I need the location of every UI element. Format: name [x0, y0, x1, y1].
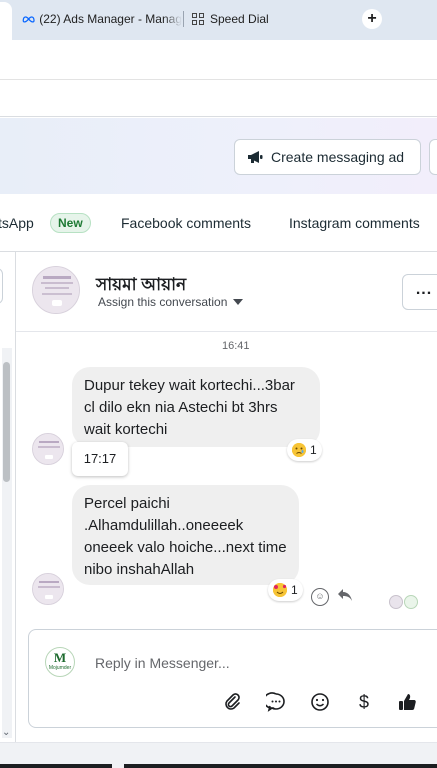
bottom-divider-gap [112, 764, 124, 768]
message-bubble[interactable]: Percel paichi .Alhamdulillah..oneeeek on… [72, 485, 299, 585]
header-secondary-button[interactable] [429, 139, 437, 175]
sender-avatar [32, 433, 64, 465]
conversation-list-panel: ⌄ [0, 252, 16, 742]
message-thread: 16:41 Dupur tekey wait kortechi...3bar c… [16, 333, 437, 623]
tab-instagram-comments[interactable]: Instagram comments [289, 215, 420, 231]
tab-whatsapp[interactable]: tsApp [0, 215, 34, 231]
tab-speed-dial[interactable]: Speed Dial [192, 6, 312, 32]
sender-avatar [32, 573, 64, 605]
message-time-tooltip: 17:17 [72, 442, 128, 476]
tab-facebook-comments[interactable]: Facebook comments [121, 215, 251, 231]
browser-toolbar [0, 40, 437, 80]
reply-composer: M Mojumder $ [28, 629, 437, 728]
reaction-count: 1 [291, 583, 298, 597]
sad-face-icon [292, 443, 306, 457]
tab-ads-manager[interactable]: (22) Ads Manager - Manag [22, 6, 182, 32]
message-timestamp: 16:41 [222, 340, 250, 352]
tab-title: Speed Dial [210, 12, 269, 26]
caret-down-icon [233, 299, 244, 305]
page-logo: M Mojumder [45, 647, 75, 677]
conversation-header: সায়মা আয়ান Assign this conversation ..… [16, 252, 437, 332]
avatar-image [33, 267, 79, 313]
grid-icon [192, 13, 204, 25]
message-bubble[interactable]: Dupur tekey wait kortechi...3bar cl dilo… [72, 367, 320, 447]
chevron-down-icon[interactable]: ⌄ [2, 727, 10, 738]
seen-avatar [389, 595, 403, 609]
new-badge: New [50, 213, 91, 233]
assign-conversation-dropdown[interactable]: Assign this conversation [98, 295, 244, 309]
previous-tab-edge[interactable] [0, 2, 12, 40]
tab-title: (22) Ads Manager - Manag [39, 12, 182, 26]
inbox-header: Create messaging ad [0, 118, 437, 194]
scrollbar-thumb[interactable] [3, 362, 10, 482]
message-reaction[interactable]: 1 [268, 579, 303, 601]
new-tab-button[interactable]: + [362, 9, 382, 29]
browser-tab-strip: (22) Ads Manager - Manag Speed Dial + [0, 0, 437, 40]
avatar[interactable] [32, 266, 80, 314]
reaction-count: 1 [310, 443, 317, 457]
reply-input[interactable] [95, 652, 415, 674]
megaphone-icon [248, 151, 263, 163]
smiling-face-with-hearts-icon [273, 583, 287, 597]
bottom-divider [0, 764, 437, 768]
page-top-bar [0, 81, 437, 117]
seen-page-avatar [404, 595, 418, 609]
thumbs-up-icon[interactable] [396, 691, 418, 713]
dollar-icon[interactable]: $ [353, 691, 375, 713]
meta-icon [22, 16, 35, 23]
emoji-icon[interactable] [309, 691, 331, 713]
page-logo-letter: M [53, 650, 67, 665]
create-messaging-ad-label: Create messaging ad [271, 149, 405, 165]
reply-icon[interactable] [336, 588, 354, 606]
react-icon[interactable]: ☺ [311, 588, 329, 606]
paperclip-icon[interactable] [221, 691, 243, 713]
create-messaging-ad-button[interactable]: Create messaging ad [234, 139, 421, 175]
conversation-list-card[interactable] [0, 268, 3, 304]
tab-separator [183, 11, 184, 27]
message-reaction[interactable]: 1 [287, 439, 322, 461]
chat-bubble-icon[interactable] [265, 691, 287, 713]
channel-tabs: tsApp New Facebook comments Instagram co… [0, 194, 437, 252]
page-logo-text: Mojumder [48, 665, 72, 671]
more-options-button[interactable]: ... [402, 274, 437, 310]
assign-label: Assign this conversation [98, 295, 228, 309]
